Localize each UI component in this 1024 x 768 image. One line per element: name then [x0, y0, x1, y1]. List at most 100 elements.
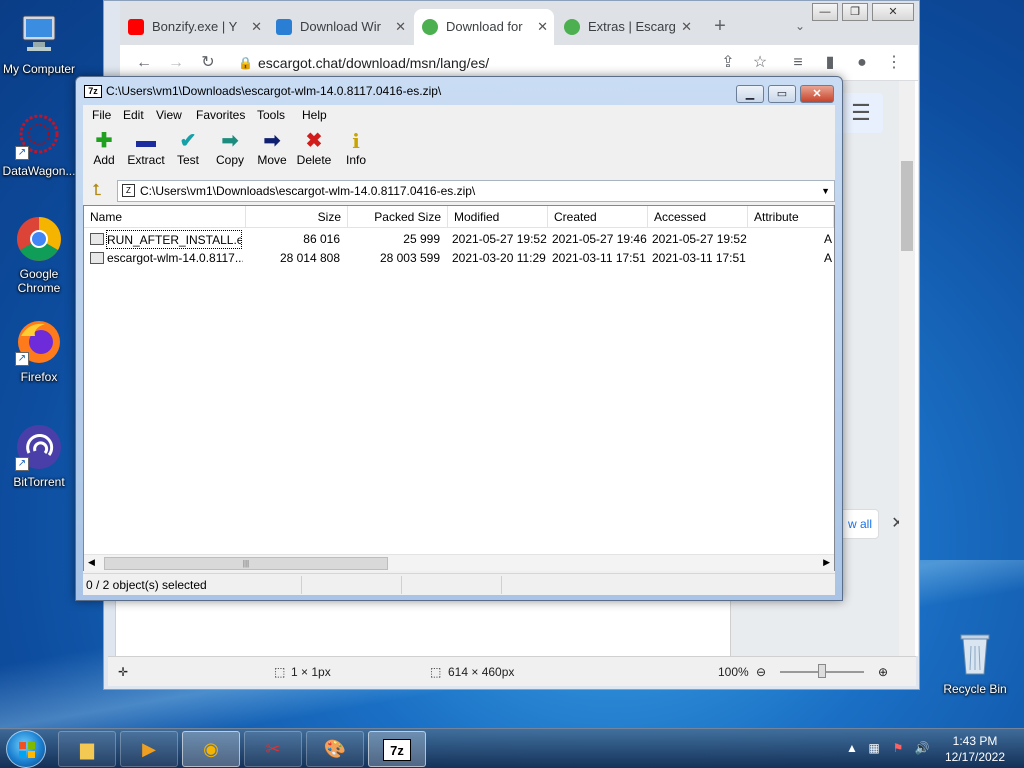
minimize-button[interactable]: —: [812, 3, 838, 21]
action-center-flag-icon[interactable]: ⚑: [890, 740, 906, 756]
taskbar-snipping-tool[interactable]: ✂: [244, 731, 302, 767]
delete-button[interactable]: ✖ Delete: [293, 129, 335, 167]
reload-icon[interactable]: ↻: [196, 51, 220, 75]
taskbar-7zip[interactable]: 7z: [368, 731, 426, 767]
profile-icon[interactable]: ●: [850, 51, 874, 75]
table-row[interactable]: escargot-wlm-14.0.8117... 28 014 808 28 …: [84, 249, 834, 268]
more-menu-icon[interactable]: ⋮: [882, 51, 906, 75]
scrollbar-thumb[interactable]: |||: [104, 557, 388, 570]
dropdown-arrow-icon[interactable]: ▼: [821, 181, 830, 201]
tab-search-chevron-icon[interactable]: ⌄: [788, 14, 812, 38]
taskbar-media-player[interactable]: ▶: [120, 731, 178, 767]
desktop-icon-recycle-bin[interactable]: Recycle Bin: [936, 630, 1014, 696]
page-scrollbar[interactable]: [899, 81, 915, 656]
computer-icon: [15, 10, 63, 58]
zoom-slider-thumb[interactable]: [818, 664, 826, 678]
share-icon[interactable]: ⇪: [716, 51, 740, 75]
zoom-out-icon[interactable]: ⊖: [756, 657, 766, 687]
folder-up-icon[interactable]: ⮤: [87, 181, 107, 201]
side-panel-icon[interactable]: ▮: [818, 51, 842, 75]
column-name[interactable]: Name: [84, 206, 246, 228]
file-size: 86 016: [303, 232, 340, 246]
selection-dimensions: 1 × 1px: [291, 665, 331, 679]
file-created: 2021-05-27 19:46: [552, 232, 647, 246]
minimize-button[interactable]: ▁: [736, 85, 764, 103]
chrome-icon: ◉: [203, 739, 219, 759]
path-combobox[interactable]: Z C:\Users\vm1\Downloads\escargot-wlm-14…: [117, 180, 835, 202]
network-icon[interactable]: ▦: [866, 740, 882, 756]
column-size[interactable]: Size: [246, 206, 348, 228]
column-accessed[interactable]: Accessed: [648, 206, 748, 228]
menu-view[interactable]: View: [156, 108, 182, 122]
desktop-icon-bittorrent[interactable]: ↗ BitTorrent: [0, 423, 78, 489]
tab-extras[interactable]: Extras | Escarg ✕: [556, 9, 698, 45]
media-icon[interactable]: ≡: [786, 51, 810, 75]
horizontal-scrollbar[interactable]: ◀ ||| ▶: [84, 554, 834, 571]
7zip-titlebar[interactable]: 7z C:\Users\vm1\Downloads\escargot-wlm-1…: [76, 77, 842, 105]
desktop-icon-datawagon[interactable]: ↗ DataWagon...: [0, 112, 78, 178]
tab-bonzify[interactable]: Bonzify.exe | Y ✕: [120, 9, 268, 45]
taskbar-explorer[interactable]: ▆: [58, 731, 116, 767]
tab-download-windows[interactable]: Download Wir ✕: [268, 9, 412, 45]
file-accessed: 2021-03-11 17:51: [652, 251, 746, 265]
taskbar-chrome[interactable]: ◉: [182, 731, 240, 767]
info-button[interactable]: i Info: [335, 129, 377, 167]
file-list[interactable]: Name Size Packed Size Modified Created A…: [83, 205, 835, 571]
copy-button[interactable]: ➡ Copy: [209, 129, 251, 167]
taskbar-paint[interactable]: 🎨: [306, 731, 364, 767]
scroll-right-icon[interactable]: ▶: [823, 557, 830, 568]
zoom-in-icon[interactable]: ⊕: [878, 657, 888, 687]
scroll-left-icon[interactable]: ◀: [88, 557, 95, 568]
close-tab-icon[interactable]: ✕: [251, 9, 262, 45]
volume-icon[interactable]: 🔊: [914, 740, 930, 756]
tab-download-for[interactable]: Download for ✕: [414, 9, 554, 45]
start-button[interactable]: [6, 730, 46, 768]
new-tab-icon[interactable]: +: [708, 14, 732, 38]
maximize-button[interactable]: ❐: [842, 3, 868, 21]
file-packed-size: 28 003 599: [379, 251, 440, 265]
add-button[interactable]: ✚ Add: [83, 129, 125, 167]
escargot-favicon-icon: [564, 19, 580, 35]
menu-tools[interactable]: Tools: [257, 108, 285, 122]
bookmark-star-icon[interactable]: ☆: [748, 51, 772, 75]
forward-icon[interactable]: →: [164, 51, 188, 75]
close-tab-icon[interactable]: ✕: [537, 9, 548, 45]
7zip-window[interactable]: 7z C:\Users\vm1\Downloads\escargot-wlm-1…: [75, 76, 843, 601]
menu-favorites[interactable]: Favorites: [196, 108, 245, 122]
system-tray: ▲ ▦ ⚑ 🔊 1:43 PM 12/17/2022: [842, 729, 1024, 768]
media-player-icon: ▶: [142, 739, 156, 759]
test-button[interactable]: ✔ Test: [167, 129, 209, 167]
extract-button[interactable]: ▬ Extract: [125, 129, 167, 167]
download-view-all-button[interactable]: w all: [839, 509, 879, 539]
tool-label: Move: [257, 153, 287, 167]
desktop-icon-my-computer[interactable]: My Computer: [0, 10, 78, 76]
menu-edit[interactable]: Edit: [123, 108, 144, 122]
column-modified[interactable]: Modified: [448, 206, 548, 228]
desktop-icon-label: DataWagon...: [2, 164, 76, 178]
column-attribute[interactable]: Attribute: [748, 206, 834, 228]
shortcut-arrow-icon: ↗: [15, 352, 29, 366]
path-text: C:\Users\vm1\Downloads\escargot-wlm-14.0…: [140, 184, 476, 198]
close-button[interactable]: ✕: [872, 3, 914, 21]
shortcut-arrow-icon: ↗: [15, 457, 29, 471]
table-row[interactable]: RUN_AFTER_INSTALL.exe 86 016 25 999 2021…: [84, 230, 834, 249]
clock[interactable]: 1:43 PM 12/17/2022: [938, 733, 1012, 765]
maximize-button[interactable]: ▭: [768, 85, 796, 103]
menu-file[interactable]: File: [92, 108, 111, 122]
address-bar[interactable]: 🔒 escargot.chat/download/msn/lang/es/: [230, 49, 700, 77]
close-tab-icon[interactable]: ✕: [681, 9, 692, 45]
tool-label: Delete: [296, 153, 332, 167]
close-tab-icon[interactable]: ✕: [395, 9, 406, 45]
scrollbar-thumb[interactable]: [901, 161, 913, 251]
hamburger-menu-icon[interactable]: ☰: [839, 93, 883, 133]
show-hidden-icons-icon[interactable]: ▲: [844, 740, 860, 756]
folder-icon: ▆: [80, 739, 94, 759]
menu-help[interactable]: Help: [302, 108, 327, 122]
desktop-icon-chrome[interactable]: Google Chrome: [0, 215, 78, 295]
close-button[interactable]: ✕: [800, 85, 834, 103]
column-packed-size[interactable]: Packed Size: [348, 206, 448, 228]
back-icon[interactable]: ←: [132, 51, 156, 75]
move-button[interactable]: ➡ Move: [251, 129, 293, 167]
desktop-icon-firefox[interactable]: ↗ Firefox: [0, 318, 78, 384]
column-created[interactable]: Created: [548, 206, 648, 228]
